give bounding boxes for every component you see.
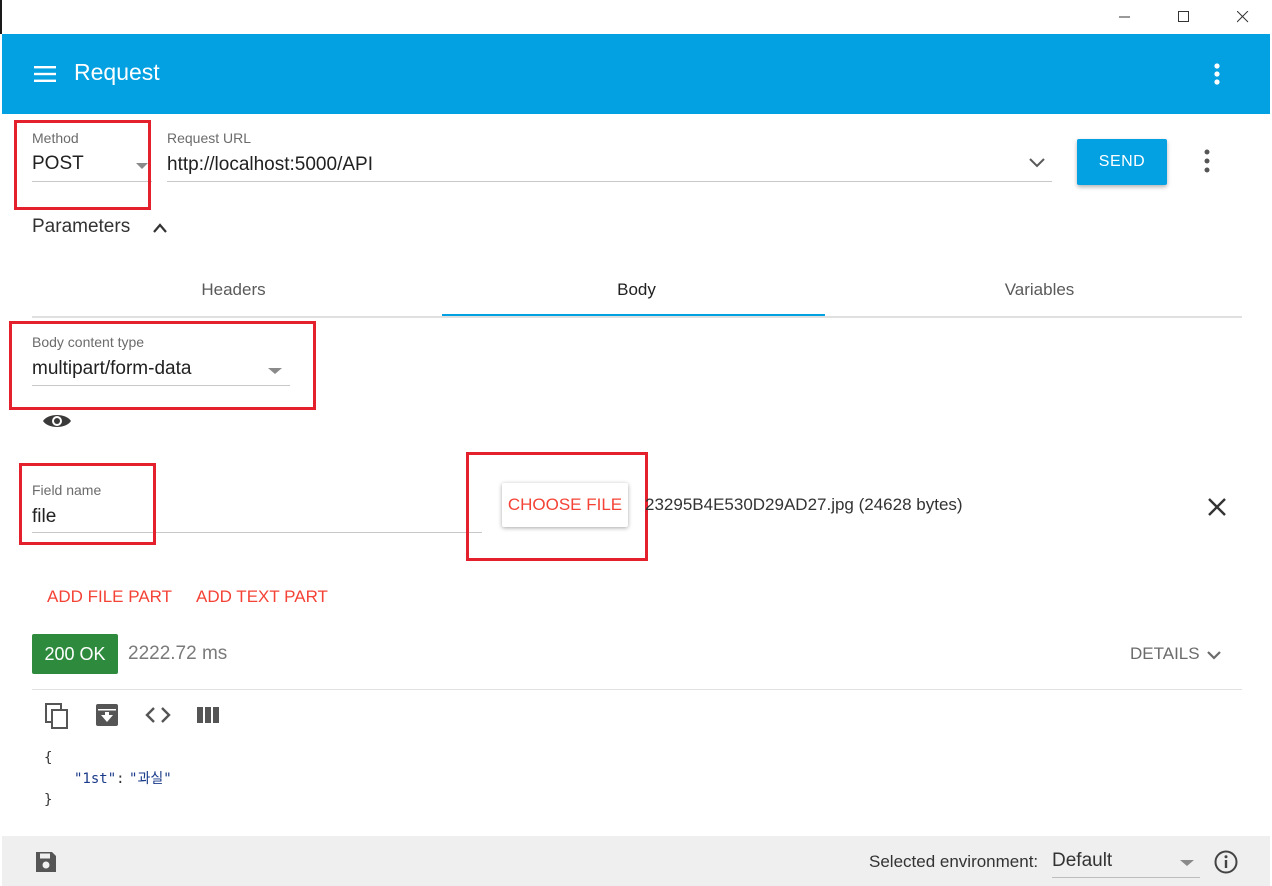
url-value: http://localhost:5000/API — [167, 154, 373, 175]
minimize-icon[interactable] — [1102, 0, 1148, 34]
field-name-input[interactable]: file — [32, 502, 482, 534]
add-file-part-button[interactable]: ADD FILE PART — [47, 587, 172, 607]
tab-headers[interactable]: Headers — [32, 264, 435, 316]
window-close-icon[interactable] — [1220, 0, 1266, 34]
details-chevron-down-icon — [1207, 651, 1221, 660]
code-icon[interactable] — [142, 702, 174, 728]
add-text-part-button[interactable]: ADD TEXT PART — [196, 587, 328, 607]
response-divider — [32, 689, 1242, 690]
url-label: Request URL — [167, 130, 252, 146]
json-close-brace: } — [44, 792, 53, 808]
url-input[interactable]: http://localhost:5000/API — [167, 150, 1052, 182]
send-button[interactable]: SEND — [1077, 139, 1167, 185]
app-more-vert-icon[interactable] — [1202, 58, 1232, 90]
environment-dropdown-icon — [1180, 860, 1194, 866]
details-label: DETAILS — [1130, 644, 1200, 663]
tab-body[interactable]: Body — [435, 264, 838, 316]
details-toggle[interactable]: DETAILS — [1130, 644, 1230, 668]
remove-part-close-icon[interactable] — [1202, 492, 1232, 522]
parameters-toggle[interactable]: Parameters — [32, 214, 182, 244]
parameters-label: Parameters — [32, 216, 131, 237]
response-time: 2222.72 ms — [128, 643, 228, 664]
content-type-underline — [32, 385, 290, 386]
save-floppy-icon[interactable] — [32, 848, 60, 876]
app-bar: Request — [2, 34, 1270, 114]
field-name-label: Field name — [32, 482, 102, 498]
maximize-icon[interactable] — [1161, 0, 1207, 34]
method-value: POST — [32, 153, 84, 174]
environment-select[interactable]: Default — [1052, 848, 1200, 878]
info-icon[interactable] — [1212, 848, 1240, 876]
column-view-icon[interactable] — [194, 702, 222, 728]
copy-icon[interactable] — [42, 700, 72, 732]
selected-environment-label: Selected environment: — [869, 852, 1039, 871]
method-dropdown-icon — [136, 163, 148, 169]
request-more-vert-icon[interactable] — [1192, 144, 1222, 178]
field-name-underline — [32, 532, 482, 533]
hamburger-menu-icon[interactable] — [32, 60, 62, 88]
method-select[interactable]: POST — [32, 150, 152, 182]
status-badge: 200 OK — [32, 634, 118, 674]
json-open-brace: { — [44, 750, 53, 766]
method-underline — [32, 181, 152, 182]
footer-bar: Selected environment: Default — [2, 836, 1270, 886]
url-underline — [167, 181, 1052, 182]
app-title: Request — [74, 59, 160, 85]
field-name-value: file — [32, 506, 57, 527]
chevron-up-icon — [153, 223, 167, 233]
choose-file-button[interactable]: CHOOSE FILE — [502, 483, 628, 527]
parameters-tabs: Headers Body Variables — [32, 264, 1242, 318]
environment-underline — [1052, 877, 1200, 878]
body-content-type-value: multipart/form-data — [32, 358, 192, 379]
method-label: Method — [32, 130, 79, 146]
json-colon: : — [116, 771, 125, 787]
content-type-dropdown-icon — [268, 368, 282, 374]
selected-file-info: 23295B4E530D29AD27.jpg (24628 bytes) — [645, 495, 963, 514]
save-response-archive-icon[interactable] — [92, 700, 122, 730]
body-content-type-label: Body content type — [32, 334, 145, 350]
environment-value: Default — [1052, 850, 1113, 871]
json-value: "과실" — [129, 771, 172, 787]
request-panel: Method POST Request URL http://localhost… — [2, 114, 1270, 836]
tab-variables[interactable]: Variables — [838, 264, 1241, 316]
json-key: "1st" — [74, 771, 117, 787]
window-titlebar — [0, 0, 1272, 34]
eye-icon[interactable] — [40, 406, 74, 436]
body-content-type-select[interactable]: multipart/form-data — [32, 354, 290, 386]
url-history-chevron-down-icon[interactable] — [1028, 157, 1046, 169]
active-tab-indicator — [442, 314, 825, 316]
json-entry: "1st": "과실" — [74, 768, 172, 788]
